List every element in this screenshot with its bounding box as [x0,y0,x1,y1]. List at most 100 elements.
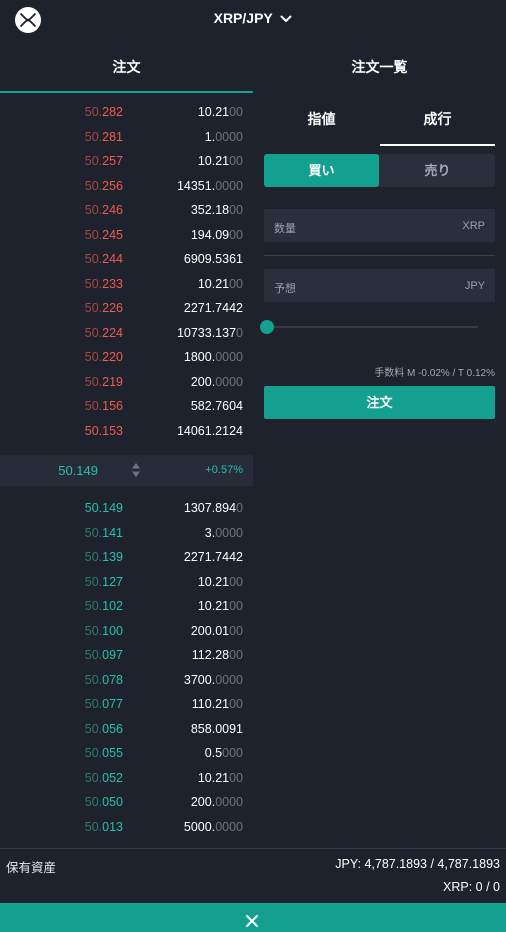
bid-row[interactable]: 50.127 10.2100 [0,570,253,595]
price-prefix: 50. [84,819,103,834]
tab-limit[interactable]: 指値 [264,100,379,146]
amount-trailing: 0000 [215,350,243,364]
close-bar[interactable] [0,903,506,932]
close-icon[interactable] [245,914,259,932]
bid-list: 50.149 1307.8940 50.141 3.0000 50.139 2271.74… [0,496,253,839]
ask-row[interactable]: 50.224 10733.1370 [0,321,253,346]
price-prefix: 50. [84,178,103,193]
amount-main: 10.21 [197,154,230,168]
bid-row[interactable]: 50.055 0.5000 [0,741,253,766]
price-suffix: 141 [102,525,123,540]
price-suffix: 052 [102,770,123,785]
tab-order-list[interactable]: 注文一覧 [253,44,506,93]
fee-text: 手数料 M -0.02% / T 0.12% [374,368,495,379]
amount: 200.0000 [191,375,243,389]
price-prefix: 50. [84,574,103,589]
bid-row[interactable]: 50.141 3.0000 [0,521,253,546]
amount-main: 10.21 [197,276,230,291]
amount: 10.2100 [198,575,243,589]
bid-row[interactable]: 50.056 858.0091 [0,717,253,742]
amount-trailing: 00 [229,276,243,291]
price: 50.077 [85,697,123,711]
bid-row[interactable]: 50.013 5000.0000 [0,815,253,840]
bid-row[interactable]: 50.050 200.0000 [0,790,253,815]
price-prefix: 50. [84,770,103,785]
price-suffix: 102 [102,599,123,613]
amount-trailing: 00 [229,154,243,168]
price-prefix: 50. [84,399,103,413]
price: 50.100 [85,624,123,638]
bid-row[interactable]: 50.139 2271.7442 [0,545,253,570]
ask-row[interactable]: 50.220 1800.0000 [0,345,253,370]
ask-row[interactable]: 50.226 2271.7442 [0,296,253,321]
price-suffix: 013 [102,819,123,834]
ask-row[interactable]: 50.257 10.2100 [0,149,253,174]
bid-row[interactable]: 50.100 200.0100 [0,619,253,644]
price-prefix: 50. [84,623,103,638]
amount: 200.0100 [191,624,243,638]
buy-button[interactable]: 買い [264,154,379,187]
bid-row[interactable]: 50.078 3700.0000 [0,668,253,693]
ask-row[interactable]: 50.233 10.2100 [0,272,253,297]
bid-row[interactable]: 50.077 110.2100 [0,692,253,717]
bid-row[interactable]: 50.052 10.2100 [0,766,253,791]
quantity-field[interactable]: 数量 XRP [264,209,495,242]
mid-price-bar: 50.149 +0.57% [0,455,253,486]
ask-row[interactable]: 50.156 582.7604 [0,394,253,419]
amount: 0.5000 [205,746,243,760]
price: 50.256 [85,179,123,193]
pair-selector[interactable]: XRP/JPY [0,10,506,26]
price-suffix: 055 [102,746,123,760]
ask-row[interactable]: 50.245 194.0900 [0,223,253,248]
price-prefix: 50. [84,599,103,613]
amount: 112.2800 [192,648,243,662]
sell-button[interactable]: 売り [380,154,495,187]
ask-row[interactable]: 50.246 352.1800 [0,198,253,223]
amount-main: 110.21 [191,697,230,711]
amount: 2271.7442 [184,550,243,564]
amount: 10.2100 [198,154,243,168]
tab-order[interactable]: 注文 [0,44,253,93]
tab-market[interactable]: 成行 [380,100,495,146]
amount-main: 14061.2124 [176,423,243,438]
ask-row[interactable]: 50.282 10.2100 [0,100,253,125]
estimate-field[interactable]: 予想 JPY [264,269,495,302]
price-prefix: 50. [84,697,103,711]
ask-row[interactable]: 50.244 6909.5361 [0,247,253,272]
amount: 582.7604 [191,399,243,413]
bid-row[interactable]: 50.097 112.2800 [0,643,253,668]
ask-row[interactable]: 50.281 1.0000 [0,125,253,150]
bid-row[interactable]: 50.102 10.2100 [0,594,253,619]
amount-main: 6909.5361 [183,252,243,266]
amount-slider-track[interactable] [266,326,478,328]
amount-main: 5000. [183,819,216,834]
submit-order-button[interactable]: 注文 [264,386,495,419]
price-prefix: 50. [84,374,103,389]
amount: 10.2100 [198,599,243,613]
price-suffix: 078 [102,672,123,687]
amount: 10733.1370 [177,326,243,340]
sort-arrows-icon[interactable] [131,462,141,483]
price: 50.013 [85,820,123,834]
ask-row[interactable]: 50.153 14061.2124 [0,419,253,444]
amount-main: 10.21 [197,574,230,589]
amount: 352.1800 [191,203,243,217]
price-prefix: 50. [84,203,103,217]
amount-trailing: 00 [229,203,243,217]
amount-slider-handle[interactable] [260,320,274,334]
ask-row[interactable]: 50.256 14351.0000 [0,174,253,199]
amount-main: 10.21 [197,770,230,785]
amount-trailing: 00 [229,105,243,119]
price: 50.245 [85,228,123,242]
price: 50.141 [85,526,123,540]
amount: 10.2100 [198,277,243,291]
price-suffix: 282 [102,105,123,119]
price-suffix: 226 [102,301,123,315]
amount-trailing: 00 [229,623,243,638]
price: 50.139 [85,550,123,564]
amount: 5000.0000 [184,820,243,834]
price-suffix: 077 [102,697,123,711]
amount: 6909.5361 [184,252,243,266]
bid-row[interactable]: 50.149 1307.8940 [0,496,253,521]
ask-row[interactable]: 50.219 200.0000 [0,370,253,395]
